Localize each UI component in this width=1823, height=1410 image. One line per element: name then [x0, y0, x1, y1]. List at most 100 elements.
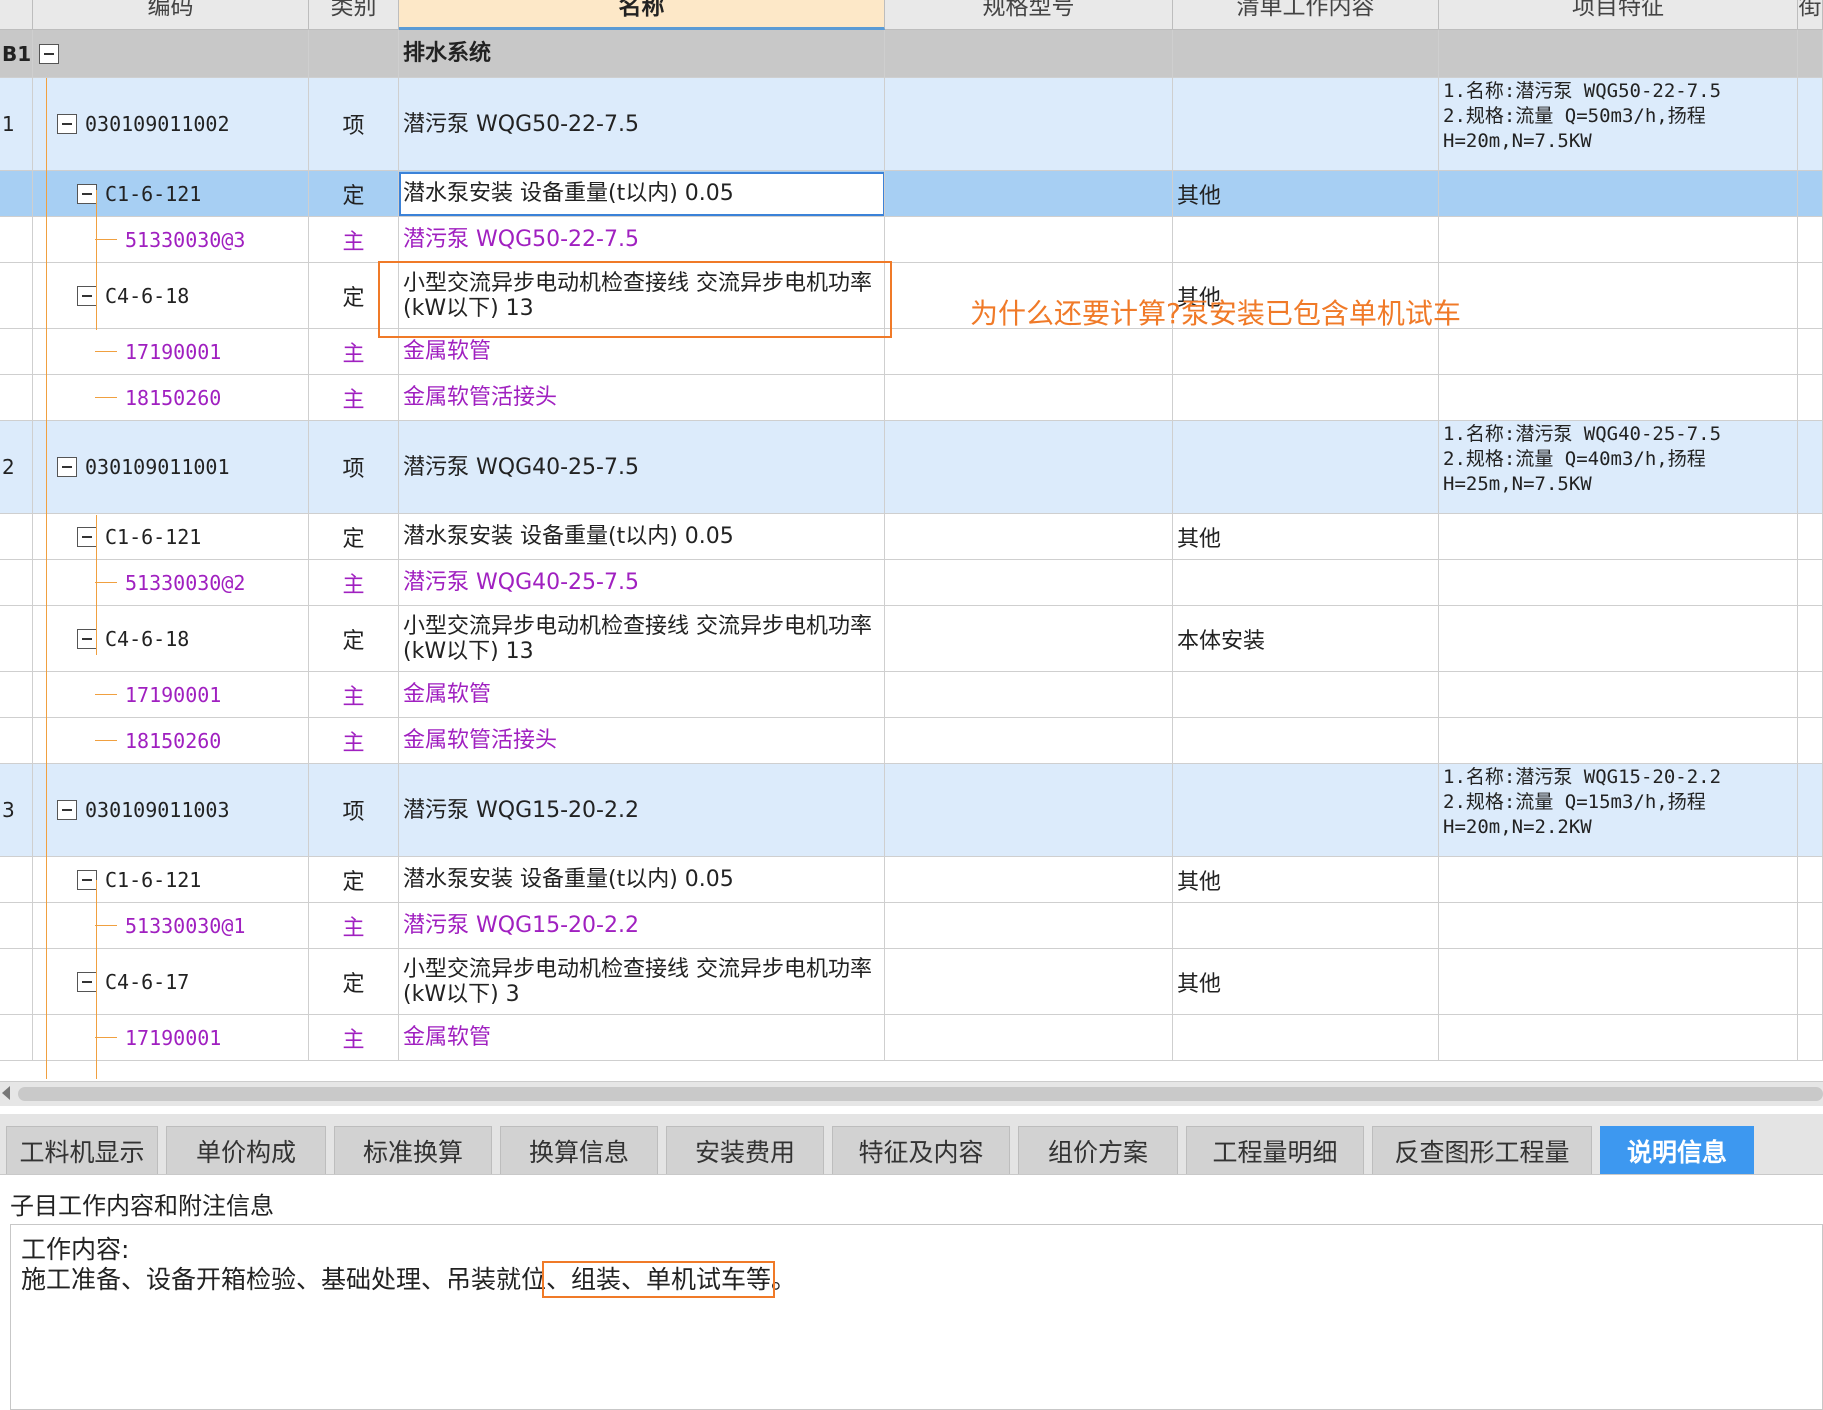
- code-cell[interactable]: C1-6-121: [33, 171, 309, 216]
- header-type[interactable]: 类别: [309, 0, 399, 30]
- tree-connector: [95, 740, 117, 741]
- work-cell: [1173, 1015, 1439, 1060]
- name-cell[interactable]: 金属软管: [399, 672, 885, 717]
- table-row[interactable]: 1 030109011002 项潜污泵 WQG50-22-7.5 1.名称:潜污泵 W…: [0, 78, 1823, 171]
- work-cell: [1173, 672, 1439, 717]
- name-cell[interactable]: 金属软管活接头: [399, 718, 885, 763]
- collapse-toggle-icon[interactable]: [39, 43, 59, 64]
- type-cell: 定: [309, 949, 399, 1014]
- tab-2[interactable]: 单价构成: [166, 1126, 326, 1174]
- name-cell[interactable]: 潜污泵 WQG50-22-7.5: [399, 217, 885, 262]
- scroll-left-icon[interactable]: [2, 1086, 10, 1100]
- group-row[interactable]: B1 排水系统: [0, 30, 1823, 78]
- code-cell[interactable]: C4-6-18: [33, 263, 309, 328]
- name-cell[interactable]: 潜污泵 WQG15-20-2.2: [399, 764, 885, 856]
- type-cell: 定: [309, 857, 399, 902]
- tab-9[interactable]: 反查图形工程量: [1372, 1126, 1592, 1174]
- name-cell[interactable]: 潜污泵 WQG50-22-7.5: [399, 78, 885, 170]
- extra-cell: [1798, 514, 1823, 559]
- code-cell[interactable]: 17190001: [33, 672, 309, 717]
- tree-connector: [95, 397, 117, 398]
- code-cell[interactable]: 17190001: [33, 1015, 309, 1060]
- spec-cell: [885, 171, 1173, 216]
- extra-cell: [1798, 263, 1823, 328]
- tab-8[interactable]: 工程量明细: [1186, 1126, 1364, 1174]
- feature-cell: [1439, 606, 1798, 671]
- name-cell[interactable]: 潜污泵 WQG15-20-2.2: [399, 903, 885, 948]
- name-cell[interactable]: 小型交流异步电动机检查接线 交流异步电机功率(kW以下) 13: [399, 606, 885, 671]
- table-row[interactable]: 18150260 主金属软管活接头: [0, 375, 1823, 421]
- type-cell: 主: [309, 560, 399, 605]
- code-cell[interactable]: C1-6-121: [33, 857, 309, 902]
- spec-cell: [885, 375, 1173, 420]
- code-cell[interactable]: 030109011003: [33, 764, 309, 856]
- collapse-toggle-icon[interactable]: [77, 285, 97, 306]
- work-cell: [1173, 329, 1439, 374]
- header-work[interactable]: 清单工作内容: [1173, 0, 1439, 30]
- header-extra[interactable]: 街: [1798, 0, 1823, 30]
- table-row[interactable]: 17190001 主金属软管: [0, 672, 1823, 718]
- table-row[interactable]: 51330030@1 主潜污泵 WQG15-20-2.2: [0, 903, 1823, 949]
- tab-1[interactable]: 工料机显示: [6, 1126, 158, 1174]
- collapse-toggle-icon[interactable]: [77, 526, 97, 547]
- collapse-toggle-icon[interactable]: [57, 800, 77, 820]
- code-cell[interactable]: 030109011001: [33, 421, 309, 513]
- header-spec[interactable]: 规格型号: [885, 0, 1173, 30]
- info-content-box[interactable]: 工作内容: 施工准备、设备开箱检验、基础处理、吊装就位、组装、单机试车等。: [10, 1224, 1823, 1410]
- table-row[interactable]: 51330030@2 主潜污泵 WQG40-25-7.5: [0, 560, 1823, 606]
- code-cell[interactable]: 51330030@3: [33, 217, 309, 262]
- name-cell[interactable]: 金属软管活接头: [399, 375, 885, 420]
- collapse-toggle-icon[interactable]: [77, 183, 97, 204]
- code-cell[interactable]: C4-6-18: [33, 606, 309, 671]
- spec-cell: [885, 78, 1173, 170]
- feature-cell: 1.名称:潜污泵 WQG40-25-7.5 2.规格:流量 Q=40m3/h,扬…: [1439, 421, 1798, 513]
- tab-6[interactable]: 特征及内容: [832, 1126, 1010, 1174]
- name-cell[interactable]: 潜污泵 WQG40-25-7.5: [399, 560, 885, 605]
- collapse-toggle-icon[interactable]: [77, 971, 97, 992]
- name-cell[interactable]: 潜水泵安装 设备重量(t以内) 0.05: [399, 171, 885, 216]
- collapse-toggle-icon[interactable]: [57, 457, 77, 477]
- collapse-toggle-icon[interactable]: [57, 114, 77, 134]
- tab-3[interactable]: 标准换算: [334, 1126, 492, 1174]
- code-cell[interactable]: 18150260: [33, 718, 309, 763]
- table-row[interactable]: C4-6-18 定小型交流异步电动机检查接线 交流异步电机功率(kW以下) 13 本…: [0, 606, 1823, 672]
- tab-10[interactable]: 说明信息: [1600, 1126, 1754, 1174]
- header-name[interactable]: 名称: [399, 0, 885, 30]
- spec-cell: [885, 421, 1173, 513]
- header-code[interactable]: 编码: [33, 0, 309, 30]
- code-cell[interactable]: 51330030@2: [33, 560, 309, 605]
- code-cell[interactable]: 51330030@1: [33, 903, 309, 948]
- name-cell[interactable]: 潜水泵安装 设备重量(t以内) 0.05: [399, 514, 885, 559]
- table-row[interactable]: C4-6-17 定小型交流异步电动机检查接线 交流异步电机功率(kW以下) 3 其他: [0, 949, 1823, 1015]
- table-row[interactable]: C4-6-18 定小型交流异步电动机检查接线 交流异步电机功率(kW以下) 13 其…: [0, 263, 1823, 329]
- table-row[interactable]: 17190001 主金属软管: [0, 329, 1823, 375]
- code-cell[interactable]: 18150260: [33, 375, 309, 420]
- code-cell[interactable]: C1-6-121: [33, 514, 309, 559]
- table-row[interactable]: C1-6-121 定潜水泵安装 设备重量(t以内) 0.05 其他: [0, 171, 1823, 217]
- name-cell[interactable]: 潜水泵安装 设备重量(t以内) 0.05: [399, 857, 885, 902]
- header-feature[interactable]: 项目特征: [1439, 0, 1798, 30]
- table-row[interactable]: C1-6-121 定潜水泵安装 设备重量(t以内) 0.05 其他: [0, 857, 1823, 903]
- scroll-thumb[interactable]: [18, 1087, 1823, 1101]
- table-row[interactable]: 2 030109011001 项潜污泵 WQG40-25-7.5 1.名称:潜污泵 W…: [0, 421, 1823, 514]
- collapse-toggle-icon[interactable]: [77, 628, 97, 649]
- table-row[interactable]: 17190001 主金属软管: [0, 1015, 1823, 1061]
- tab-7[interactable]: 组价方案: [1018, 1126, 1178, 1174]
- type-cell: 定: [309, 514, 399, 559]
- horizontal-scrollbar[interactable]: [0, 1081, 1823, 1106]
- code-text: C1-6-121: [105, 524, 202, 549]
- tab-4[interactable]: 换算信息: [500, 1126, 658, 1174]
- table-row[interactable]: 51330030@3 主潜污泵 WQG50-22-7.5: [0, 217, 1823, 263]
- tab-5[interactable]: 安装费用: [666, 1126, 824, 1174]
- table-row[interactable]: 18150260 主金属软管活接头: [0, 718, 1823, 764]
- name-cell[interactable]: 金属软管: [399, 1015, 885, 1060]
- collapse-toggle-icon[interactable]: [77, 869, 97, 890]
- code-cell[interactable]: 030109011002: [33, 78, 309, 170]
- row-index: [0, 672, 33, 717]
- code-cell[interactable]: 17190001: [33, 329, 309, 374]
- name-cell[interactable]: 小型交流异步电动机检查接线 交流异步电机功率(kW以下) 3: [399, 949, 885, 1014]
- table-row[interactable]: C1-6-121 定潜水泵安装 设备重量(t以内) 0.05 其他: [0, 514, 1823, 560]
- name-cell[interactable]: 潜污泵 WQG40-25-7.5: [399, 421, 885, 513]
- code-cell[interactable]: C4-6-17: [33, 949, 309, 1014]
- table-row[interactable]: 3 030109011003 项潜污泵 WQG15-20-2.2 1.名称:潜污泵 W…: [0, 764, 1823, 857]
